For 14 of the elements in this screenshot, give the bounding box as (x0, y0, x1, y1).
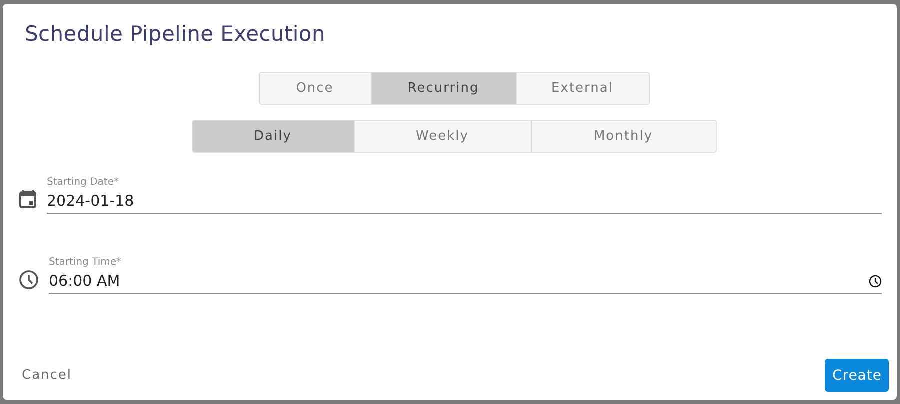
date-field[interactable]: Starting Date* 2024-01-18 (47, 177, 882, 214)
cancel-button[interactable]: Cancel (19, 360, 76, 391)
schedule-type-tab[interactable]: External (516, 73, 648, 104)
time-picker-icon (869, 274, 882, 288)
clock-icon (19, 270, 39, 290)
schedule-type-tab[interactable]: Once (260, 73, 370, 104)
frequency-tab[interactable]: Weekly (354, 121, 530, 152)
frequency-tab[interactable]: Monthly (530, 121, 716, 152)
time-field[interactable]: Starting Time* 06:00 AM (49, 257, 882, 294)
schedule-type-tab[interactable]: Recurring (370, 73, 516, 104)
frequency-tab[interactable]: Daily (192, 121, 354, 152)
calendar-icon (19, 189, 37, 209)
create-button[interactable]: Create (825, 359, 889, 392)
dialog-title: Schedule Pipeline Execution (25, 22, 326, 46)
